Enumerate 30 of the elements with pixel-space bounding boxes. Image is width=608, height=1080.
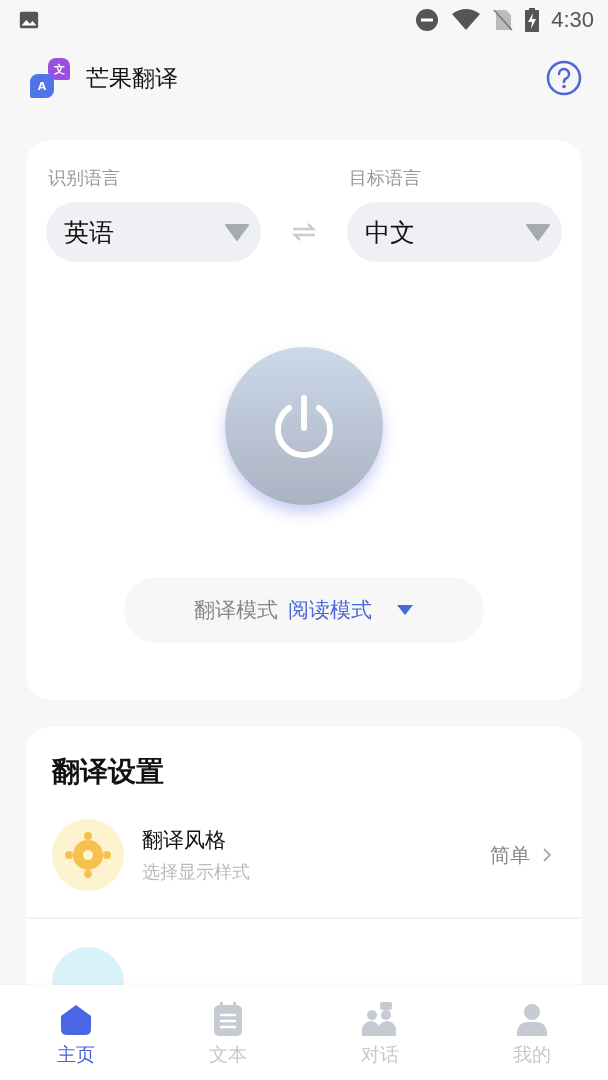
translation-mode-selector[interactable]: 翻译模式 阅读模式 <box>124 577 484 643</box>
method-icon <box>52 947 124 985</box>
dropdown-caret-icon <box>225 223 249 241</box>
home-icon <box>59 1004 93 1036</box>
no-sim-icon <box>493 8 514 32</box>
do-not-disturb-icon <box>415 8 440 32</box>
source-language-label: 识别语言 <box>47 166 121 190</box>
setting-title: 翻译风格 <box>142 827 227 854</box>
app-title: 芒果翻译 <box>86 63 179 93</box>
caret-down-icon <box>396 604 414 616</box>
section-title: 翻译设置 <box>51 754 165 790</box>
target-icon <box>52 819 124 891</box>
target-language-dropdown[interactable]: 中文 <box>347 202 562 262</box>
setting-subtitle: 选择显示样式 <box>142 860 251 884</box>
help-icon[interactable] <box>546 60 582 96</box>
battery-charging-icon <box>525 8 540 32</box>
settings-row[interactable]: 翻译风格 选择显示样式 简单 <box>26 819 582 919</box>
notepad-icon <box>214 1002 242 1036</box>
dropdown-caret-icon <box>526 223 550 241</box>
swap-icon[interactable] <box>291 222 317 242</box>
setting-value: 简单 <box>490 841 530 869</box>
image-icon <box>18 9 40 31</box>
target-language-label: 目标语言 <box>348 166 422 190</box>
wifi-icon <box>451 8 482 32</box>
source-language-dropdown[interactable]: 英语 <box>46 202 261 262</box>
chevron-right-icon <box>542 847 552 863</box>
user-icon <box>517 1004 547 1036</box>
nav-tab[interactable]: 主页 <box>0 985 152 1080</box>
people-chat-icon <box>362 1002 398 1036</box>
clock: 4:30 <box>551 7 594 33</box>
